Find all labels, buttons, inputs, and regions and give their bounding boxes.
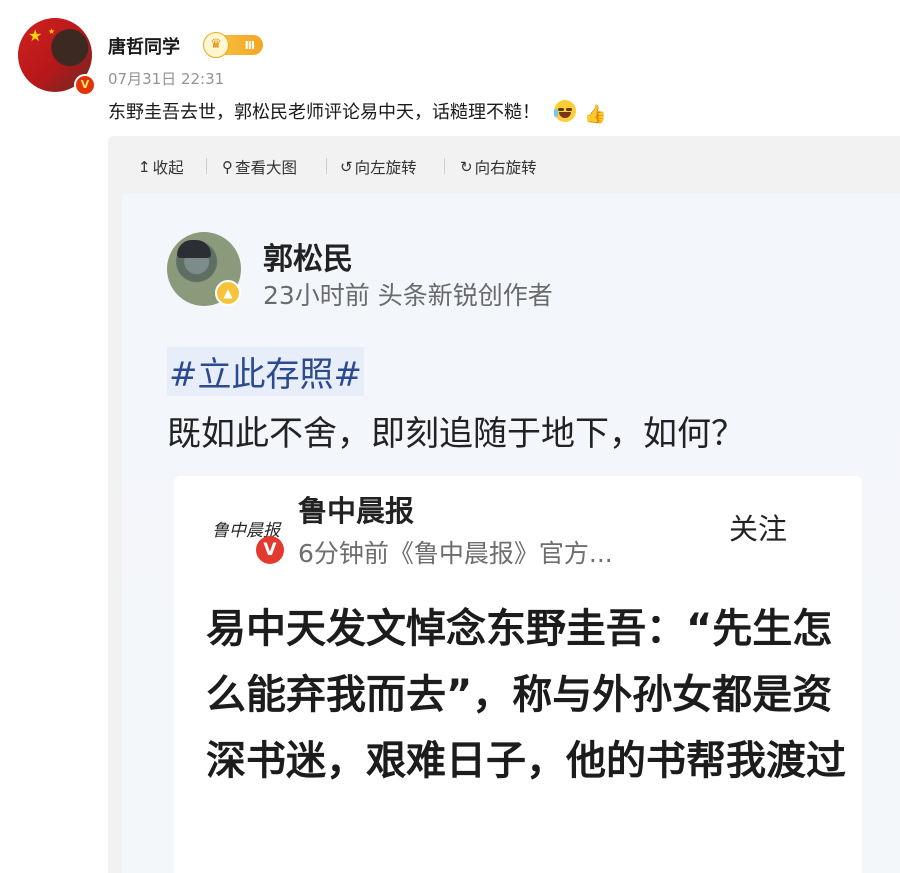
creator-badge-icon: ▲ bbox=[215, 280, 241, 306]
verified-v-icon: V bbox=[256, 536, 284, 564]
image-toolbar: ↥ 收起 ⚲ 查看大图 ↺ 向左旋转 ↻ 向右旋转 bbox=[108, 136, 900, 196]
repost-meta: 6分钟前《鲁中晨报》官方... bbox=[298, 539, 613, 568]
repost-author-name: 鲁中晨报 bbox=[298, 494, 415, 528]
level-badge[interactable]: ♛ Ⅲ bbox=[203, 32, 263, 58]
repost-card: 鲁中晨报 鲁中晨报 V 6分钟前《鲁中晨报》官方... 关注 易中天发文悼念东野… bbox=[174, 476, 862, 873]
image-viewer: ↥ 收起 ⚲ 查看大图 ↺ 向左旋转 ↻ 向右旋转 ▲ 郭松民 23小时前 头条… bbox=[108, 136, 900, 873]
hat-shape bbox=[177, 240, 211, 258]
quoted-author-meta: 23小时前 头条新锐创作者 bbox=[263, 281, 553, 310]
collapse-label: 收起 bbox=[152, 159, 184, 177]
quoted-post-text: 既如此不舍，即刻追随于地下，如何？ bbox=[167, 414, 745, 454]
grin-sweat-emoji-icon bbox=[554, 100, 576, 122]
star-icon: ★ bbox=[48, 27, 56, 36]
rotate-right-icon: ↻ bbox=[460, 158, 473, 176]
rotate-left-icon: ↺ bbox=[340, 158, 353, 176]
search-icon: ⚲ bbox=[222, 158, 233, 176]
divider bbox=[206, 158, 207, 174]
thumbs-up-emoji-icon: 👍 bbox=[584, 104, 607, 125]
rotate-left-label: 向左旋转 bbox=[354, 159, 417, 177]
rotate-right-label: 向右旋转 bbox=[474, 159, 537, 177]
arrow-up-icon: ↥ bbox=[138, 158, 151, 176]
rotate-right-button[interactable]: ↻ 向右旋转 bbox=[460, 156, 537, 178]
hashtag: #立此存照# bbox=[167, 347, 364, 396]
divider bbox=[326, 158, 327, 174]
post-text-body: 东野圭吾去世，郭松民老师评论易中天，话糙理不糙！ bbox=[108, 102, 540, 123]
rotate-left-button[interactable]: ↺ 向左旋转 bbox=[340, 156, 417, 178]
follow-button: 关注 bbox=[729, 512, 788, 546]
repost-headline: 易中天发文悼念东野圭吾：“先生怎么能弃我而去”，称与外孙女都是资深书迷，艰难日子… bbox=[206, 606, 846, 784]
author-name[interactable]: 唐哲同学 bbox=[108, 33, 180, 59]
divider bbox=[444, 158, 445, 174]
quoted-author-avatar: ▲ bbox=[167, 232, 241, 306]
post-date[interactable]: 07月31日 22:31 bbox=[108, 68, 224, 89]
author-avatar[interactable]: ★ ★ V bbox=[18, 18, 96, 96]
view-large-label: 查看大图 bbox=[235, 159, 298, 177]
star-icon: ★ bbox=[28, 26, 43, 45]
post-text: 东野圭吾去世，郭松民老师评论易中天，话糙理不糙！ 👍 bbox=[108, 98, 606, 125]
level-badge-label: Ⅲ bbox=[244, 38, 255, 52]
quoted-author-name: 郭松民 bbox=[263, 242, 353, 277]
view-large-button[interactable]: ⚲ 查看大图 bbox=[222, 156, 297, 178]
verified-icon: V bbox=[74, 74, 96, 96]
post-image[interactable]: ▲ 郭松民 23小时前 头条新锐创作者 #立此存照# 既如此不舍，即刻追随于地下… bbox=[122, 194, 900, 873]
crown-icon: ♛ bbox=[203, 32, 229, 58]
collapse-button[interactable]: ↥ 收起 bbox=[138, 156, 184, 178]
